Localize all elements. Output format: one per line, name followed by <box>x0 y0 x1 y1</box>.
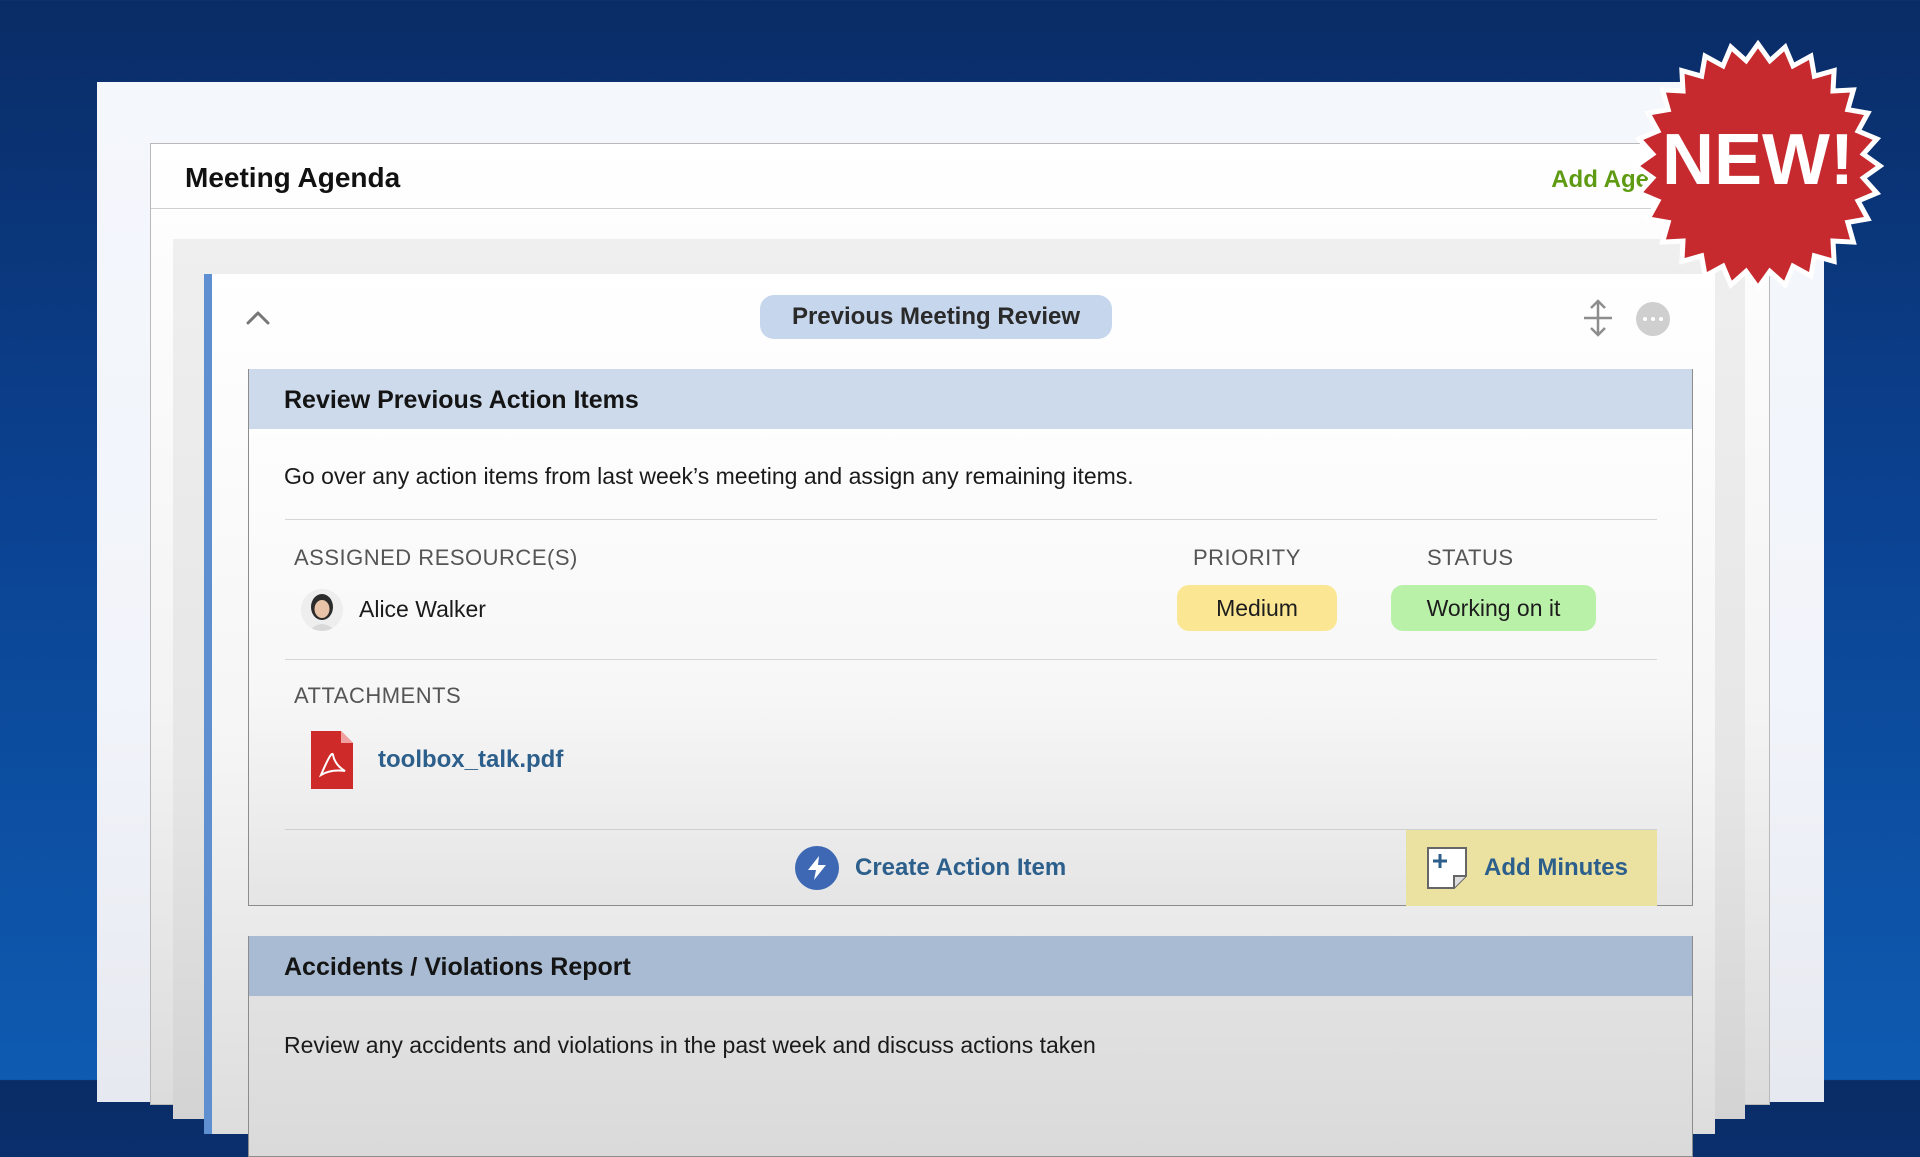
resource-name: Alice Walker <box>359 596 486 622</box>
section-pill: Previous Meeting Review <box>760 295 1112 339</box>
action-bar: Create Action Item Add Minutes <box>285 829 1657 906</box>
create-action-item-button[interactable]: Create Action Item <box>795 844 1066 892</box>
agenda-item-header: Accidents / Violations Report <box>249 936 1692 996</box>
panel-title: Meeting Agenda <box>185 162 401 193</box>
create-action-item-label: Create Action Item <box>855 854 1067 881</box>
priority-badge[interactable]: Medium <box>1177 585 1337 631</box>
priority-label: PRIORITY <box>1193 545 1301 570</box>
lightning-bolt-icon <box>795 846 839 890</box>
attachments-label: ATTACHMENTS <box>294 683 462 708</box>
agenda-item-title: Accidents / Violations Report <box>284 953 631 981</box>
status-badge[interactable]: Working on it <box>1391 585 1596 631</box>
chevron-up-icon[interactable] <box>244 304 272 332</box>
meeting-agenda-panel: Meeting Agenda Add Agenda Ca Previous Me… <box>150 143 1770 1157</box>
divider <box>285 659 1657 660</box>
add-minutes-button[interactable]: Add Minutes <box>1406 830 1657 906</box>
avatar <box>301 589 343 631</box>
status-label: STATUS <box>1427 545 1514 570</box>
new-badge-text: NEW! <box>1662 120 1854 200</box>
add-minutes-label: Add Minutes <box>1484 854 1628 881</box>
section-card: Previous Meeting Review Review Previous … <box>204 274 1715 1157</box>
agenda-item-description: Go over any action items from last week’… <box>284 463 1134 489</box>
pdf-file-icon[interactable] <box>311 731 353 789</box>
agenda-item-title: Review Previous Action Items <box>284 386 639 414</box>
add-note-icon <box>1427 847 1467 889</box>
agenda-item: Review Previous Action Items Go over any… <box>248 369 1693 906</box>
new-badge: NEW! <box>1631 39 1885 293</box>
agenda-item: Accidents / Violations Report Review any… <box>248 936 1693 1157</box>
move-vertical-icon[interactable] <box>1578 298 1618 338</box>
assigned-resources-label: ASSIGNED RESOURCE(S) <box>294 545 578 570</box>
panel-header: Meeting Agenda Add Agenda Ca <box>151 144 1769 209</box>
attachment-link[interactable]: toolbox_talk.pdf <box>378 746 563 774</box>
more-options-icon[interactable] <box>1636 302 1670 336</box>
agenda-item-description: Review any accidents and violations in t… <box>284 1032 1096 1058</box>
divider <box>285 519 1657 520</box>
agenda-item-header: Review Previous Action Items <box>249 369 1692 429</box>
